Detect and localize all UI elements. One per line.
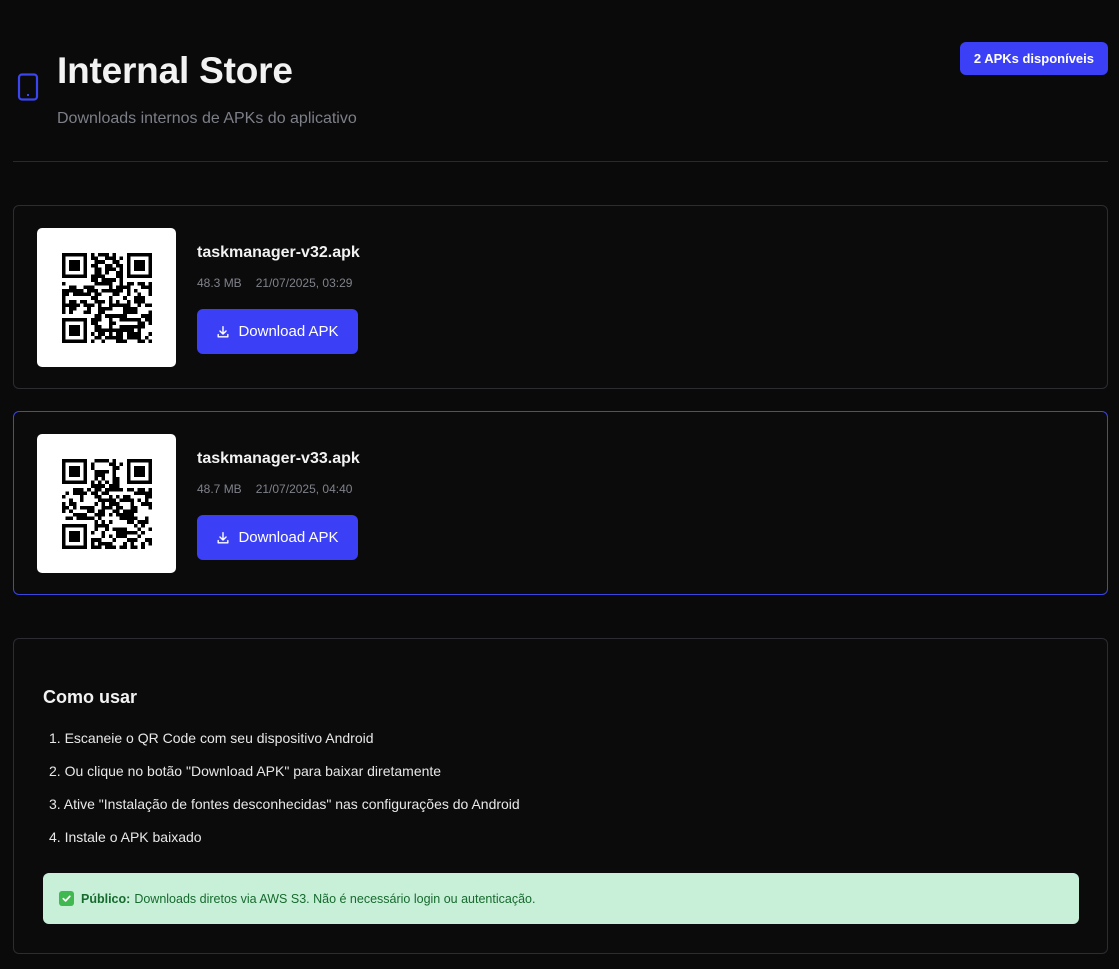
download-icon [217, 531, 229, 544]
qr-code [37, 228, 176, 367]
download-apk-button[interactable]: Download APK [197, 515, 358, 560]
apk-date: 21/07/2025, 03:29 [255, 276, 353, 290]
apk-size: 48.7 MB [197, 482, 242, 496]
qr-code-icon [61, 458, 152, 549]
apk-name: taskmanager-v32.apk [197, 244, 360, 261]
apk-size: 48.3 MB [197, 276, 242, 290]
page-title: Internal Store [57, 50, 293, 91]
notice-label: Público: [81, 891, 131, 906]
public-notice: Público: Downloads diretos via AWS S3. N… [43, 873, 1079, 924]
apk-card: taskmanager-v33.apk 48.7 MB 21/07/2025, … [13, 411, 1108, 595]
apk-date: 21/07/2025, 04:40 [255, 482, 353, 496]
qr-code [37, 434, 176, 573]
page-subtitle: Downloads internos de APKs do aplicativo [57, 110, 357, 127]
apk-meta: 48.7 MB 21/07/2025, 04:40 [197, 482, 352, 496]
apk-card: taskmanager-v32.apk 48.3 MB 21/07/2025, … [13, 205, 1108, 389]
step-item: 2. Ou clique no botão "Download APK" par… [49, 763, 442, 779]
step-item: 1. Escaneie o QR Code com seu dispositiv… [49, 730, 374, 746]
apk-name: taskmanager-v33.apk [197, 450, 360, 467]
apk-count-badge: 2 APKs disponíveis [959, 42, 1108, 75]
step-item: 3. Ative "Instalação de fontes desconhec… [49, 796, 520, 812]
help-title: Como usar [43, 687, 138, 707]
steps-list: 1. Escaneie o QR Code com seu dispositiv… [49, 730, 520, 862]
download-apk-button[interactable]: Download APK [197, 309, 358, 354]
check-icon [59, 891, 74, 906]
how-to-use-panel: Como usar 1. Escaneie o QR Code com seu … [13, 638, 1108, 954]
apk-meta: 48.3 MB 21/07/2025, 03:29 [197, 276, 352, 290]
step-item: 4. Instale o APK baixado [49, 829, 202, 845]
smartphone-icon [17, 73, 39, 101]
notice-text: Downloads diretos via AWS S3. Não é nece… [134, 891, 536, 906]
download-button-label: Download APK [238, 529, 339, 546]
download-icon [217, 325, 229, 338]
page-header: Internal Store Downloads internos de APK… [13, 0, 1108, 162]
qr-code-icon [61, 252, 152, 343]
download-button-label: Download APK [238, 323, 339, 340]
